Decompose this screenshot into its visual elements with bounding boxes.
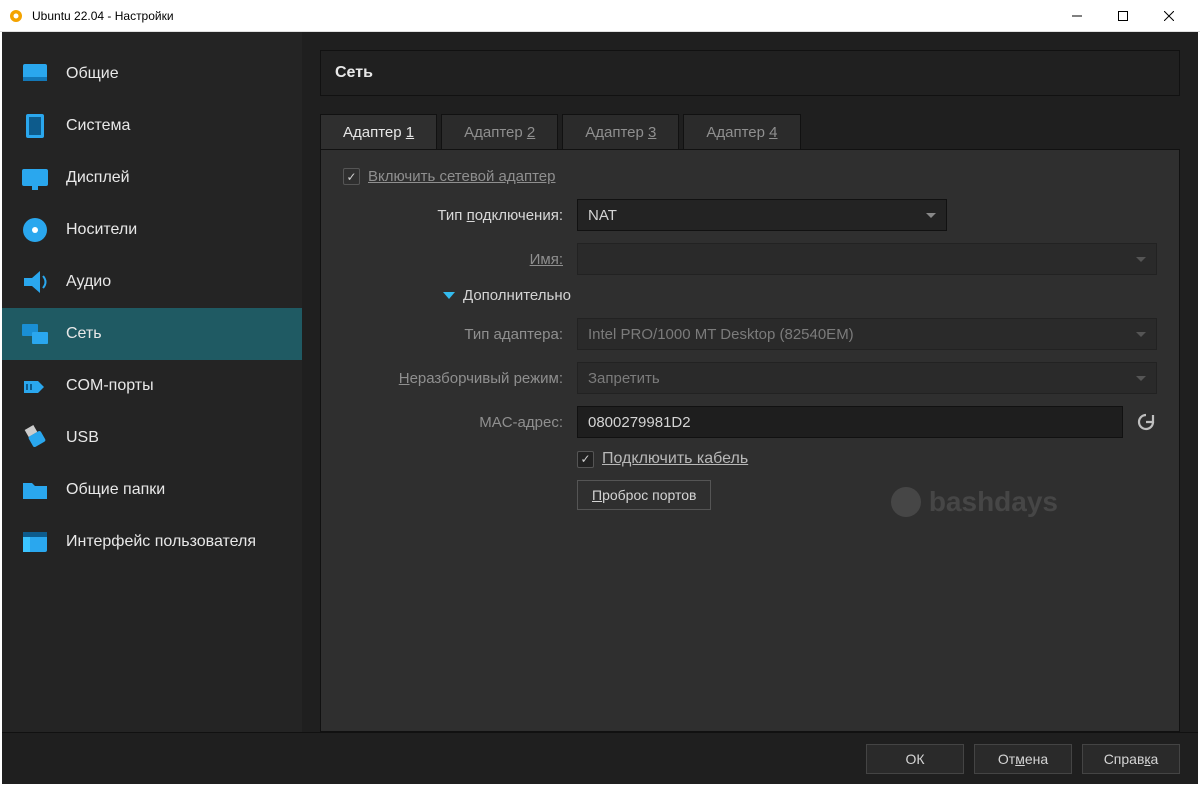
sidebar-item-general[interactable]: Общие (2, 48, 302, 100)
sidebar: Общие Система Дисплей Носители Аудио Сет… (2, 32, 302, 732)
main-panel: Сеть Адаптер 1 Адаптер 2 Адаптер 3 Адапт… (302, 32, 1198, 732)
dialog-footer: ОК Отмена Справка (2, 732, 1198, 784)
sidebar-item-ui[interactable]: Интерфейс пользователя (2, 516, 302, 568)
window-body: Общие Система Дисплей Носители Аудио Сет… (2, 32, 1198, 784)
sidebar-item-usb[interactable]: USB (2, 412, 302, 464)
promiscuous-label: Неразборчивый режим: (343, 370, 577, 387)
panel-title-text: Сеть (335, 64, 373, 82)
attached-select[interactable]: NAT (577, 199, 947, 231)
chevron-down-icon (1136, 257, 1146, 262)
serial-icon (18, 369, 52, 403)
sidebar-item-display[interactable]: Дисплей (2, 152, 302, 204)
attached-value: NAT (588, 207, 617, 224)
sidebar-item-storage[interactable]: Носители (2, 204, 302, 256)
usb-icon (18, 421, 52, 455)
minimize-button[interactable] (1054, 0, 1100, 32)
advanced-label: Дополнительно (463, 287, 571, 304)
sidebar-item-system[interactable]: Система (2, 100, 302, 152)
panel-title: Сеть (320, 50, 1180, 96)
sidebar-item-label: USB (66, 429, 99, 447)
titlebar: Ubuntu 22.04 - Настройки (0, 0, 1200, 32)
sidebar-item-label: COM-порты (66, 377, 154, 395)
name-select (577, 243, 1157, 275)
chevron-down-icon (1136, 332, 1146, 337)
port-forwarding-button[interactable]: Проброс портов (577, 480, 711, 510)
sidebar-item-shared[interactable]: Общие папки (2, 464, 302, 516)
tab-adapter-2[interactable]: Адаптер 2 (441, 114, 558, 150)
audio-icon (18, 265, 52, 299)
chevron-down-icon (1136, 376, 1146, 381)
sidebar-item-label: Сеть (66, 325, 102, 343)
mac-input[interactable]: 0800279981D2 (577, 406, 1123, 438)
adapter-pane: Включить сетевой адаптер Тип подключения… (320, 149, 1180, 732)
sidebar-item-label: Интерфейс пользователя (66, 533, 256, 551)
adapter-type-label: Тип адаптера: (343, 326, 577, 343)
help-button[interactable]: Справка (1082, 744, 1180, 774)
promiscuous-select: Запретить (577, 362, 1157, 394)
display-icon (18, 161, 52, 195)
mac-label: MAC-адрес: (343, 414, 577, 431)
ui-icon (18, 525, 52, 559)
sidebar-item-label: Аудио (66, 273, 111, 291)
app-gear-icon (8, 8, 24, 24)
folder-icon (18, 473, 52, 507)
sidebar-item-audio[interactable]: Аудио (2, 256, 302, 308)
sidebar-item-label: Носители (66, 221, 137, 239)
tab-adapter-4[interactable]: Адаптер 4 (683, 114, 800, 150)
name-label: Имя: (343, 251, 577, 268)
ok-button[interactable]: ОК (866, 744, 964, 774)
sidebar-item-label: Дисплей (66, 169, 130, 187)
adapter-type-select: Intel PRO/1000 MT Desktop (82540EM) (577, 318, 1157, 350)
storage-icon (18, 213, 52, 247)
adapter-type-value: Intel PRO/1000 MT Desktop (82540EM) (588, 326, 854, 343)
window-title: Ubuntu 22.04 - Настройки (32, 9, 1054, 23)
mac-value: 0800279981D2 (588, 414, 691, 431)
promiscuous-value: Запретить (588, 370, 660, 387)
sidebar-item-label: Общие (66, 65, 119, 83)
cable-label: Подключить кабель (602, 450, 748, 468)
advanced-disclosure[interactable]: Дополнительно (443, 287, 1157, 304)
cable-checkbox[interactable] (577, 451, 594, 468)
enable-adapter-label: Включить сетевой адаптер (368, 168, 555, 185)
tab-adapter-3[interactable]: Адаптер 3 (562, 114, 679, 150)
sidebar-item-serial[interactable]: COM-порты (2, 360, 302, 412)
sidebar-item-label: Общие папки (66, 481, 165, 499)
sidebar-item-network[interactable]: Сеть (2, 308, 302, 360)
refresh-mac-icon[interactable] (1135, 411, 1157, 433)
attached-label: Тип подключения: (343, 207, 577, 224)
tab-adapter-1[interactable]: Адаптер 1 (320, 114, 437, 150)
close-button[interactable] (1146, 0, 1192, 32)
enable-adapter-checkbox[interactable] (343, 168, 360, 185)
maximize-button[interactable] (1100, 0, 1146, 32)
adapter-tabbar: Адаптер 1 Адаптер 2 Адаптер 3 Адаптер 4 (320, 114, 1180, 150)
chevron-down-icon (926, 213, 936, 218)
sidebar-item-label: Система (66, 117, 130, 135)
cancel-button[interactable]: Отмена (974, 744, 1072, 774)
disclosure-triangle-icon (443, 292, 455, 299)
system-icon (18, 109, 52, 143)
network-icon (18, 317, 52, 351)
general-icon (18, 57, 52, 91)
